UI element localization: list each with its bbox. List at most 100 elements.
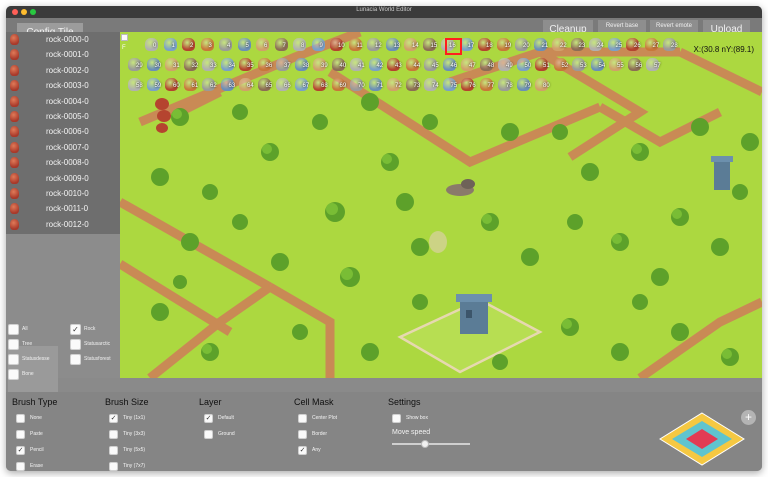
checkbox[interactable]: ✓: [298, 446, 307, 455]
palette-tile-number: 30: [154, 63, 162, 69]
palette-tile-number: 55: [617, 63, 624, 69]
palette-tile-number: 0: [153, 43, 157, 49]
checkbox[interactable]: [392, 414, 401, 423]
palette-tile-number: 24: [597, 43, 604, 49]
palette-tile-number: 23: [578, 43, 586, 49]
palette-tile-number: 46: [450, 63, 458, 69]
palette-tile-number: 7: [282, 43, 286, 49]
tile-list: rock-0000-0 rock-0001-0 rock-0002-0 rock-00…: [6, 32, 120, 234]
filter-rock-checkbox[interactable]: ✓: [70, 324, 81, 335]
rock-thumbnail-icon: [10, 141, 19, 153]
filter-all-checkbox[interactable]: [8, 324, 19, 335]
checkbox[interactable]: [16, 462, 25, 471]
palette-tile-number: 32: [191, 63, 199, 69]
checkbox[interactable]: [298, 430, 307, 439]
move-speed-label: Move speed: [392, 429, 431, 436]
palette-tile-number: 29: [136, 63, 143, 69]
palette-tile-number: 5: [245, 43, 249, 49]
filter-bone-label: Bone: [22, 371, 34, 377]
palette-tile-number: 43: [395, 63, 402, 69]
rock-thumbnail-icon: [10, 157, 19, 169]
palette-tile-number: 31: [173, 63, 180, 69]
rock-thumbnail-icon: [10, 203, 19, 215]
palette-tile-number: 13: [393, 43, 401, 49]
checkbox[interactable]: [16, 430, 25, 439]
tile-list-item[interactable]: rock-0008-0: [6, 155, 120, 170]
palette-tile-number: 51: [543, 63, 550, 69]
filter-statusarctic-label: Statusarctic: [84, 341, 111, 347]
filter-bone-checkbox[interactable]: [8, 369, 19, 380]
move-speed-slider-knob[interactable]: [420, 440, 429, 448]
tile-name-label: rock-0009-0: [46, 173, 89, 183]
tile-list-item[interactable]: rock-0009-0: [6, 171, 120, 186]
palette-tile-number: 17: [467, 43, 475, 49]
palette-tile-number: 57: [654, 63, 661, 69]
palette-tile-number: 34: [228, 63, 236, 69]
tile-list-item[interactable]: rock-0005-0: [6, 109, 120, 124]
tile-list-item[interactable]: rock-0000-0: [6, 32, 120, 47]
palette-tile-number: 14: [412, 43, 419, 49]
rock-thumbnail-icon: [10, 218, 19, 230]
tile-list-item[interactable]: rock-0003-0: [6, 78, 120, 93]
palette-tile-number: 70: [358, 83, 365, 89]
move-speed-slider[interactable]: [392, 440, 470, 448]
filter-tree-checkbox[interactable]: [8, 339, 19, 350]
palette-tile-number: 41: [358, 63, 365, 69]
option-label: Tiny (7x7): [123, 463, 146, 469]
layer-title: Layer: [199, 397, 222, 407]
rock-thumbnail-icon: [10, 188, 19, 199]
checkbox[interactable]: ✓: [16, 446, 25, 455]
palette-tile-number: 63: [228, 83, 236, 89]
option-label: Pencil: [30, 447, 44, 453]
tile-list-item[interactable]: rock-0001-0: [6, 47, 120, 62]
tile-list-item[interactable]: rock-0010-0: [6, 186, 120, 201]
checkbox[interactable]: ✓: [204, 414, 213, 423]
palette-tile-number: 80: [543, 83, 550, 89]
filter-tree-label: Tree: [22, 341, 33, 347]
checkbox[interactable]: [109, 462, 118, 471]
tile-list-item[interactable]: rock-0007-0: [6, 140, 120, 155]
option-label: Tiny (5x5): [123, 447, 146, 453]
palette-toggle-checkbox[interactable]: [121, 34, 128, 41]
tile-list-item[interactable]: rock-0004-0: [6, 94, 120, 109]
palette-tile-number: 48: [487, 63, 495, 69]
palette-tile-number: 62: [210, 83, 217, 89]
checkbox[interactable]: [204, 430, 213, 439]
palette-tile-number: 71: [376, 83, 384, 89]
palette-tile-number: 59: [154, 83, 162, 89]
option-label: Ground: [218, 431, 235, 437]
palette-tile-number: 49: [506, 63, 513, 69]
minimap[interactable]: [656, 409, 748, 469]
option-label: None: [30, 415, 42, 421]
tile-list-item[interactable]: rock-0002-0: [6, 63, 120, 78]
filter-statusarctic-checkbox[interactable]: [70, 339, 81, 350]
filter-statusforest-checkbox[interactable]: [70, 354, 81, 365]
checkbox[interactable]: ✓: [109, 414, 118, 423]
filter-area: All ✓ Rock Tree Statusarctic Statusdesse…: [6, 234, 120, 400]
palette-tile-number: 8: [301, 43, 305, 49]
palette-tile-number: 64: [247, 83, 254, 89]
checkbox[interactable]: [298, 414, 307, 423]
palette-tile-number: 19: [504, 43, 512, 49]
tile-list-item[interactable]: rock-0006-0: [6, 124, 120, 139]
bottom-panel: Brush Type None Paste ✓ Pencil Erase Brus…: [6, 392, 762, 471]
palette-tile-number: 9: [319, 43, 323, 49]
palette-tile-number: 42: [376, 63, 384, 69]
minimap-add-button[interactable]: +: [741, 410, 756, 425]
checkbox[interactable]: [16, 414, 25, 423]
tile-list-item[interactable]: rock-0012-0: [6, 217, 120, 232]
settings-title: Settings: [388, 397, 421, 407]
rock-thumbnail-icon: [10, 111, 19, 122]
cell-mask-title: Cell Mask: [294, 397, 334, 407]
palette-tile-number: 28: [671, 43, 678, 49]
tile-list-item[interactable]: rock-0011-0: [6, 201, 120, 216]
checkbox[interactable]: [109, 446, 118, 455]
palette-tile-number: 78: [506, 83, 513, 89]
palette-tile-number: 66: [284, 83, 291, 89]
palette-tile-number: 39: [321, 63, 328, 69]
checkbox[interactable]: [109, 430, 118, 439]
filter-statusdesert-checkbox[interactable]: [8, 354, 19, 365]
rock-thumbnail-icon: [10, 95, 19, 107]
palette-tile-number: 3: [208, 43, 212, 49]
palette-tile-number: 38: [302, 63, 310, 69]
